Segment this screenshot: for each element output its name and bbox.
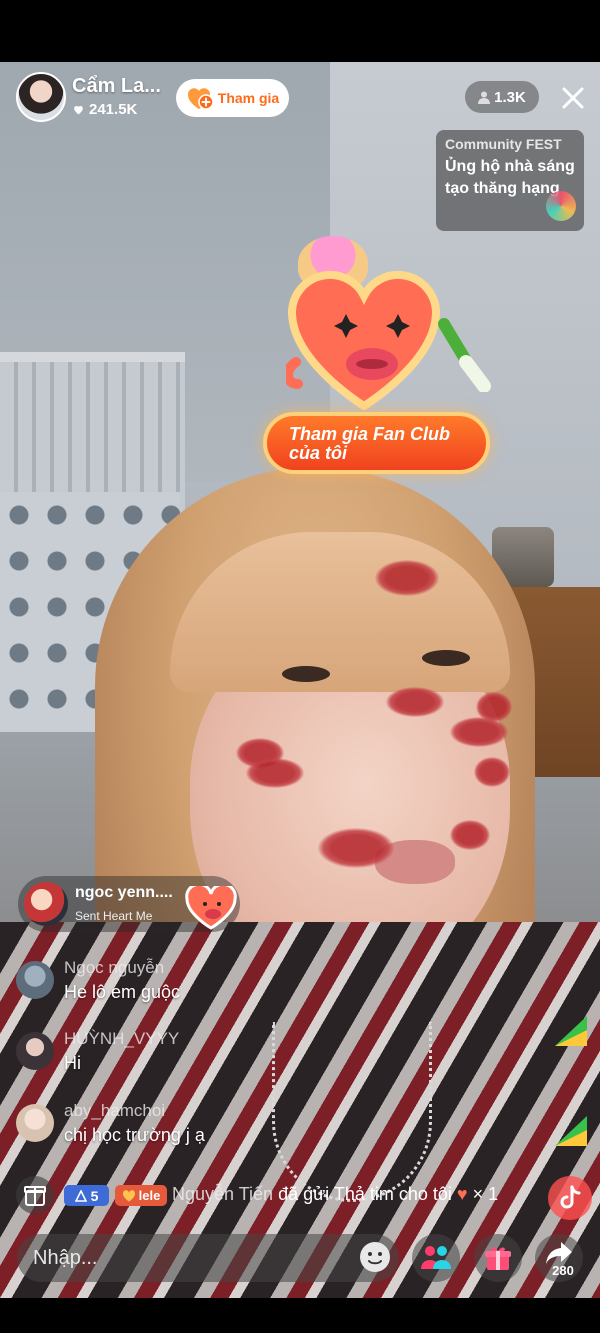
kiss-sticker bbox=[450, 717, 508, 747]
join-fan-club-sticker[interactable]: Tham gia Fan Club của tôi bbox=[263, 412, 490, 474]
activity-row: 5 lele Nguyễn Tiến đã gửi Thả tim cho tô… bbox=[16, 1176, 546, 1214]
multi-guest-button[interactable] bbox=[412, 1234, 460, 1282]
comment-user[interactable]: aby_hamchoi bbox=[64, 1101, 165, 1121]
comment-text: Hi bbox=[64, 1053, 81, 1073]
kiss-sticker bbox=[474, 757, 510, 787]
heart-plus-icon bbox=[187, 88, 214, 110]
multi-guest-icon bbox=[421, 1246, 451, 1269]
triangle-icon bbox=[74, 1189, 87, 1202]
comment-user[interactable]: Ngọc nguyễn bbox=[64, 958, 164, 978]
comment-placeholder: Nhập... bbox=[33, 1246, 98, 1269]
viewer-count-button[interactable]: 1.3K bbox=[465, 81, 539, 113]
kiss-sticker bbox=[386, 687, 444, 717]
comment-avatar[interactable] bbox=[16, 961, 54, 999]
medal-icon bbox=[546, 191, 576, 221]
heart-icon bbox=[122, 1189, 135, 1201]
comment-text: He lô em guộc bbox=[64, 982, 181, 1002]
rank-up-arrow-icon bbox=[555, 1016, 587, 1046]
kiss-sticker bbox=[375, 560, 439, 596]
host-avatar[interactable] bbox=[16, 72, 66, 122]
activity-action: đã gửi Thả tim cho tôi bbox=[278, 1184, 452, 1204]
gift-box-icon[interactable] bbox=[16, 1176, 54, 1214]
comment-text: chị học trường j ạ bbox=[64, 1125, 205, 1145]
gift-icon bbox=[485, 1247, 511, 1270]
kiss-sticker bbox=[476, 692, 512, 722]
host-profile[interactable]: Cẩm La... 241.5K bbox=[14, 70, 182, 126]
comment-avatar[interactable] bbox=[16, 1104, 54, 1142]
share-count: 280 bbox=[552, 1263, 574, 1278]
activity-multiplier: × 1 bbox=[472, 1184, 499, 1204]
gift-button[interactable] bbox=[474, 1234, 522, 1282]
community-fest-card[interactable]: Community FEST Ủng hộ nhà sáng tạo thăng… bbox=[436, 130, 584, 231]
comment-input[interactable]: Nhập... bbox=[17, 1234, 399, 1282]
person-icon bbox=[478, 91, 491, 104]
community-title: Community FEST bbox=[445, 136, 562, 152]
heart-icon bbox=[74, 105, 83, 115]
kiss-sticker bbox=[450, 820, 490, 850]
comment-avatar[interactable] bbox=[16, 1032, 54, 1070]
kiss-sticker bbox=[246, 758, 304, 788]
comment-item[interactable]: HUỲNH_VYYY Hi bbox=[16, 1029, 436, 1079]
tiktok-icon[interactable] bbox=[548, 1176, 592, 1220]
heart-gift-icon: ♥ bbox=[456, 1184, 468, 1204]
heart-me-gift-icon bbox=[185, 886, 237, 930]
activity-user[interactable]: Nguyễn Tiến bbox=[172, 1184, 273, 1204]
gift-action: Sent Heart Me bbox=[75, 909, 153, 923]
leek-icon bbox=[438, 318, 491, 392]
close-icon[interactable] bbox=[556, 81, 590, 115]
gift-sender-avatar[interactable] bbox=[24, 882, 68, 926]
system-nav-bar bbox=[0, 1298, 600, 1333]
comment-item[interactable]: aby_hamchoi chị học trường j ạ bbox=[16, 1101, 436, 1151]
level-badge: 5 bbox=[64, 1185, 109, 1206]
join-label: Tham gia bbox=[217, 90, 280, 106]
gift-sender-name: ngoc yenn.... bbox=[75, 884, 173, 901]
host-likes: 241.5K bbox=[72, 101, 137, 118]
viewer-count: 1.3K bbox=[494, 88, 526, 106]
fan-badge: lele bbox=[115, 1185, 167, 1206]
comment-item[interactable]: Ngọc nguyễn He lô em guộc bbox=[16, 958, 436, 1008]
emoji-icon[interactable] bbox=[356, 1238, 394, 1276]
heart-mascot-icon[interactable] bbox=[286, 268, 442, 410]
likes-count: 241.5K bbox=[89, 101, 138, 118]
join-fan-club-button[interactable]: Tham gia bbox=[176, 79, 289, 117]
kiss-sticker bbox=[318, 828, 394, 868]
rank-up-arrow-icon bbox=[555, 1116, 587, 1146]
host-name: Cẩm La... bbox=[72, 75, 161, 97]
comment-user[interactable]: HUỲNH_VYYY bbox=[64, 1029, 179, 1049]
activity-message: Nguyễn Tiến đã gửi Thả tim cho tôi ♥ × 1 bbox=[172, 1184, 498, 1205]
status-bar bbox=[0, 0, 600, 62]
